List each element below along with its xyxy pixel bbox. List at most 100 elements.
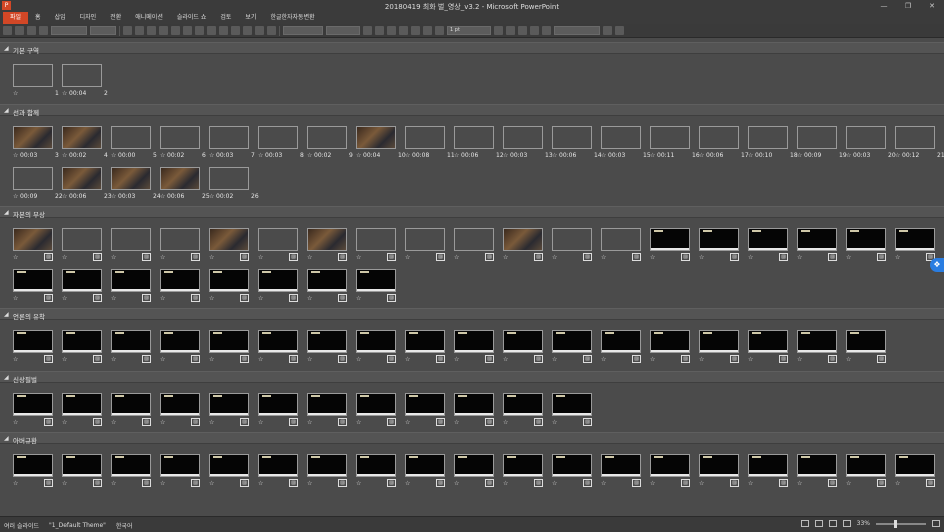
slide-preview[interactable] — [111, 393, 151, 416]
slide-thumbnail[interactable]: ☆ ▨ — [209, 330, 249, 368]
transition-star-icon[interactable]: ☆ — [601, 356, 606, 363]
slide-thumbnail[interactable]: ☆ ▨ — [160, 393, 200, 431]
transition-star-icon[interactable]: ☆ — [111, 193, 116, 200]
transition-star-icon[interactable]: ☆ — [797, 356, 802, 363]
slide-thumbnail[interactable]: ☆ ▨ — [454, 393, 494, 431]
transition-star-icon[interactable]: ☆ — [160, 193, 165, 200]
transition-star-icon[interactable]: ☆ — [62, 419, 67, 426]
slide-thumbnail[interactable]: ☆ 00:06 25 — [160, 167, 210, 205]
transition-star-icon[interactable]: ☆ — [13, 90, 18, 97]
slide-thumbnail[interactable]: ☆ ▨ — [209, 228, 249, 266]
slide-preview[interactable] — [699, 454, 739, 477]
slide-thumbnail[interactable]: ☆ ▨ — [503, 330, 543, 368]
customize-toolbar-icon[interactable] — [615, 26, 624, 35]
slide-preview[interactable] — [552, 228, 592, 251]
slide-thumbnail[interactable]: ☆ 00:09 22 — [13, 167, 63, 205]
underline-icon[interactable] — [147, 26, 156, 35]
slide-thumbnail[interactable]: ☆ 00:06 17 — [699, 126, 749, 164]
transition-star-icon[interactable]: ☆ — [356, 419, 361, 426]
distribute-icon[interactable] — [411, 26, 420, 35]
ribbon-tab[interactable]: 홈 — [28, 12, 48, 24]
transition-star-icon[interactable]: ☆ — [650, 356, 655, 363]
section-header[interactable]: ◢ 언론의 유착 — [0, 308, 944, 321]
slide-thumbnail[interactable]: ☆ ▨ — [111, 454, 151, 492]
slide-preview[interactable] — [258, 454, 298, 477]
slide-thumbnail[interactable]: ☆ 00:12 21 — [895, 126, 944, 164]
collapse-arrow-icon[interactable]: ◢ — [4, 107, 9, 114]
slide-thumbnail[interactable]: ☆ ▨ — [895, 454, 935, 492]
slide-thumbnail[interactable]: ☆ ▨ — [405, 454, 445, 492]
slide-preview[interactable] — [601, 330, 641, 353]
slide-preview[interactable] — [601, 228, 641, 251]
ribbon-tab[interactable]: 보기 — [238, 12, 263, 24]
align-left-icon[interactable] — [159, 26, 168, 35]
transition-star-icon[interactable]: ☆ — [111, 254, 116, 261]
slide-preview[interactable] — [650, 228, 690, 251]
transition-star-icon[interactable]: ☆ — [111, 295, 116, 302]
transition-star-icon[interactable]: ☆ — [209, 254, 214, 261]
align-center-icon[interactable] — [171, 26, 180, 35]
slide-preview[interactable] — [62, 64, 102, 87]
slide-thumbnail[interactable]: ☆ ▨ — [601, 454, 641, 492]
slide-thumbnail[interactable]: ☆ 00:08 11 — [405, 126, 455, 164]
ribbon-tab[interactable]: 검토 — [213, 12, 238, 24]
slide-preview[interactable] — [160, 126, 200, 149]
slide-thumbnail[interactable]: ☆ 00:11 16 — [650, 126, 700, 164]
slide-thumbnail[interactable]: ☆ ▨ — [748, 454, 788, 492]
slide-thumbnail[interactable]: ☆ 00:10 18 — [748, 126, 798, 164]
slide-thumbnail[interactable]: ☆ 00:03 13 — [503, 126, 553, 164]
crop-icon[interactable] — [255, 26, 264, 35]
transition-star-icon[interactable]: ☆ — [405, 254, 410, 261]
slide-thumbnail[interactable]: ☆ ▨ — [160, 330, 200, 368]
slide-preview[interactable] — [13, 167, 53, 190]
collapse-arrow-icon[interactable]: ◢ — [4, 209, 9, 216]
transition-star-icon[interactable]: ☆ — [895, 480, 900, 487]
transition-star-icon[interactable]: ☆ — [601, 254, 606, 261]
slide-thumbnail[interactable]: ☆ 00:06 14 — [552, 126, 602, 164]
slide-thumbnail[interactable]: ☆ ▨ — [111, 330, 151, 368]
transition-star-icon[interactable]: ☆ — [307, 419, 312, 426]
transition-star-icon[interactable]: ☆ — [62, 295, 67, 302]
slide-preview[interactable] — [454, 228, 494, 251]
slide-preview[interactable] — [454, 454, 494, 477]
collapse-arrow-icon[interactable]: ◢ — [4, 311, 9, 318]
undo-icon[interactable] — [15, 26, 24, 35]
slide-thumbnail[interactable]: ☆ ▨ — [258, 393, 298, 431]
slide-thumbnail[interactable]: ☆ ▨ — [62, 330, 102, 368]
slide-preview[interactable] — [846, 330, 886, 353]
slide-thumbnail[interactable]: ☆ ▨ — [307, 393, 347, 431]
slide-thumbnail[interactable]: ☆ 00:04 2 — [62, 64, 108, 102]
slide-preview[interactable] — [748, 228, 788, 251]
slide-preview[interactable] — [356, 126, 396, 149]
slide-thumbnail[interactable]: ☆ 00:06 12 — [454, 126, 504, 164]
slide-preview[interactable] — [160, 454, 200, 477]
transition-star-icon[interactable]: ☆ — [160, 480, 165, 487]
transition-star-icon[interactable]: ☆ — [748, 152, 753, 159]
transition-star-icon[interactable]: ☆ — [258, 480, 263, 487]
slide-preview[interactable] — [454, 330, 494, 353]
transition-star-icon[interactable]: ☆ — [846, 480, 851, 487]
slide-preview[interactable] — [503, 228, 543, 251]
transition-star-icon[interactable]: ☆ — [13, 152, 18, 159]
transition-star-icon[interactable]: ☆ — [454, 254, 459, 261]
transition-star-icon[interactable]: ☆ — [13, 295, 18, 302]
transition-star-icon[interactable]: ☆ — [748, 356, 753, 363]
transition-star-icon[interactable]: ☆ — [552, 254, 557, 261]
slide-preview[interactable] — [209, 228, 249, 251]
transition-star-icon[interactable]: ☆ — [62, 90, 67, 97]
transition-star-icon[interactable]: ☆ — [650, 254, 655, 261]
slide-thumbnail[interactable]: ☆ ▨ — [209, 269, 249, 307]
fill-icon[interactable] — [363, 26, 372, 35]
slide-preview[interactable] — [650, 330, 690, 353]
transition-star-icon[interactable]: ☆ — [454, 480, 459, 487]
slide-preview[interactable] — [160, 330, 200, 353]
slide-preview[interactable] — [895, 454, 935, 477]
slide-preview[interactable] — [748, 454, 788, 477]
section-header[interactable]: ◢ 선과 함께 — [0, 104, 944, 117]
slide-preview[interactable] — [454, 126, 494, 149]
transition-star-icon[interactable]: ☆ — [699, 254, 704, 261]
slide-preview[interactable] — [699, 228, 739, 251]
effects-icon[interactable] — [387, 26, 396, 35]
slide-preview[interactable] — [209, 330, 249, 353]
font-size-field[interactable] — [90, 26, 116, 35]
